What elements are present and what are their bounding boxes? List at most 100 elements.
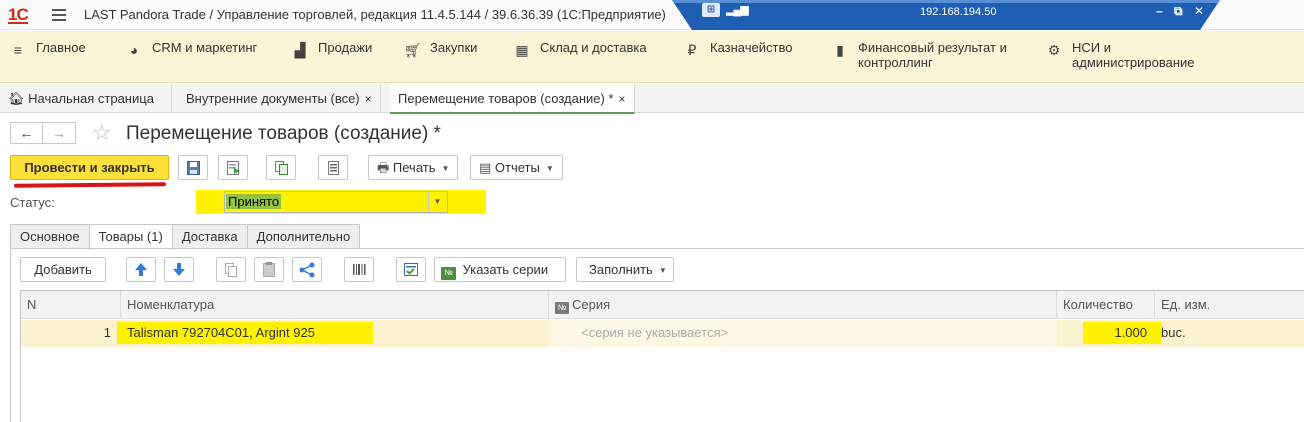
post-and-close-button[interactable]: Провести и закрыть xyxy=(10,155,169,180)
barcode-button[interactable] xyxy=(344,257,374,282)
table-header: N Номенклатура № Серия Количество Ед. изм… xyxy=(21,291,1304,319)
column-header-n[interactable]: N xyxy=(21,291,121,319)
section-label: Финансовый результат и контроллинг xyxy=(858,40,1007,70)
cell-item[interactable]: Talisman 792704C01, Argint 925 xyxy=(127,320,315,347)
signal-icon: ▂▄▆ xyxy=(726,4,749,16)
cell-series[interactable]: <серия не указывается> xyxy=(549,320,1057,347)
arrow-down-icon xyxy=(173,263,185,276)
fill-button[interactable]: Заполнить ▼ xyxy=(576,257,674,282)
move-down-button[interactable] xyxy=(164,257,194,282)
copy-button[interactable] xyxy=(216,257,246,282)
section-label: CRM и маркетинг xyxy=(152,40,258,55)
section-finance[interactable]: ▮ Финансовый результат и контроллинг xyxy=(832,40,1028,70)
app-title: LAST Pandora Trade / Управление торговле… xyxy=(84,7,666,22)
document-structure-button[interactable] xyxy=(318,155,348,180)
main-menu-icon[interactable] xyxy=(52,9,66,21)
table-row[interactable]: 1 Talisman 792704C01, Argint 925 <серия … xyxy=(21,320,1304,347)
column-header-item[interactable]: Номенклатура xyxy=(121,291,549,319)
report-icon: ▤ xyxy=(479,160,492,175)
section-crm[interactable]: ◕ CRM и маркетинг xyxy=(126,40,258,58)
pick-goods-button[interactable] xyxy=(396,257,426,282)
cell-unit[interactable]: buc. xyxy=(1161,320,1186,347)
section-sales[interactable]: ▟ Продажи xyxy=(292,40,373,58)
window-title-bar: 1С LAST Pandora Trade / Управление торго… xyxy=(0,0,1304,30)
favorite-star-icon[interactable]: ☆ xyxy=(92,120,112,146)
restore-icon[interactable]: ⧉ xyxy=(1174,4,1183,19)
print-button[interactable]: 🖶︎ Печать ▼ xyxy=(368,155,459,180)
section-main[interactable]: ≡ Главное xyxy=(10,40,86,58)
save-button[interactable] xyxy=(178,155,208,180)
goods-table: N Номенклатура № Серия Количество Ед. изм… xyxy=(20,290,1304,422)
tab-internal-documents[interactable]: Внутренние документы (все) × xyxy=(178,84,381,113)
chevron-down-icon: ▼ xyxy=(545,164,554,174)
back-button[interactable]: ← xyxy=(10,122,43,144)
printer-icon: 🖶︎ xyxy=(377,160,390,175)
related-documents-icon xyxy=(275,161,288,175)
close-tab-icon[interactable]: × xyxy=(619,92,626,106)
form-title: Перемещение товаров (создание) * xyxy=(126,123,441,144)
column-header-label: Серия xyxy=(572,297,611,312)
section-label: Закупки xyxy=(430,40,478,55)
ruble-icon: ₽ xyxy=(687,42,697,58)
remote-session-bar: ⊞ ▂▄▆ 192.168.194.50 – ⧉ ✕ xyxy=(672,0,1220,30)
forward-button[interactable]: → xyxy=(43,122,76,144)
home-icon: 🏠︎ xyxy=(8,91,25,106)
tab-goods[interactable]: Товары (1) xyxy=(88,224,173,250)
chevron-down-icon[interactable]: ▼ xyxy=(428,192,446,212)
tab-delivery[interactable]: Доставка xyxy=(171,224,248,249)
tab-home[interactable]: 🏠︎ Начальная страница xyxy=(0,84,172,113)
cart-icon: 🛒︎ xyxy=(404,42,422,58)
share-button[interactable] xyxy=(292,257,322,282)
reports-label: Отчеты xyxy=(494,160,540,175)
1c-logo: 1С xyxy=(8,5,29,24)
number-sign-icon: № xyxy=(441,267,456,280)
tab-main[interactable]: Основное xyxy=(10,224,90,249)
pin-icon[interactable]: ⊞ xyxy=(702,3,720,17)
post-document-icon xyxy=(227,161,240,175)
specify-series-button[interactable]: № Указать серии xyxy=(434,257,566,282)
share-icon xyxy=(299,262,315,278)
reports-button[interactable]: ▤ Отчеты ▼ xyxy=(470,155,563,180)
print-label: Печать xyxy=(392,160,436,175)
add-button[interactable]: Добавить xyxy=(20,257,106,282)
tab-label: Начальная страница xyxy=(28,91,154,106)
section-label: НСИ и администрирование xyxy=(1072,40,1195,70)
gear-icon: ⚙ xyxy=(1047,42,1061,58)
related-documents-button[interactable] xyxy=(266,155,296,180)
section-label: Продажи xyxy=(318,40,373,55)
sections-panel: ≡ Главное ◕ CRM и маркетинг ▟ Продажи 🛒︎… xyxy=(0,31,1304,83)
list-icon xyxy=(328,161,339,175)
minimize-icon[interactable]: – xyxy=(1156,4,1163,18)
section-admin[interactable]: ⚙ НСИ и администрирование xyxy=(1046,40,1212,70)
paste-button[interactable] xyxy=(254,257,284,282)
arrow-left-icon: ← xyxy=(19,125,34,141)
chevron-down-icon: ▼ xyxy=(441,164,450,174)
section-purchases[interactable]: 🛒︎ Закупки xyxy=(404,40,477,58)
status-value[interactable]: Принято xyxy=(226,194,282,209)
history-navigation: ← → xyxy=(10,122,76,144)
section-treasury[interactable]: ₽ Казначейство xyxy=(684,40,793,58)
close-tab-icon[interactable]: × xyxy=(365,92,372,106)
red-underline-annotation xyxy=(13,182,167,188)
pick-goods-icon xyxy=(404,263,418,276)
barcode-icon xyxy=(353,264,366,275)
tab-additional[interactable]: Дополнительно xyxy=(246,224,361,249)
tab-goods-transfer[interactable]: Перемещение товаров (создание) * × xyxy=(390,84,635,114)
column-header-quantity[interactable]: Количество xyxy=(1057,291,1155,319)
open-windows-tabs: 🏠︎ Начальная страница Внутренние докумен… xyxy=(0,84,1304,114)
close-icon[interactable]: ✕ xyxy=(1194,4,1204,18)
save-icon xyxy=(187,161,200,175)
remote-ip: 192.168.194.50 xyxy=(920,6,997,18)
specify-series-label: Указать серии xyxy=(462,262,549,277)
move-up-button[interactable] xyxy=(126,257,156,282)
post-button[interactable] xyxy=(218,155,248,180)
arrow-right-icon: → xyxy=(52,125,66,141)
menu-icon: ≡ xyxy=(13,42,23,58)
section-warehouse[interactable]: ▦ Склад и доставка xyxy=(514,40,646,58)
section-label: Главное xyxy=(36,40,86,55)
cell-quantity[interactable]: 1.000 xyxy=(1057,320,1147,347)
tab-label: Перемещение товаров (создание) * xyxy=(398,91,614,106)
column-header-unit[interactable]: Ед. изм. xyxy=(1155,291,1304,319)
column-header-series[interactable]: № Серия xyxy=(549,291,1057,319)
warehouse-icon: ▦ xyxy=(515,42,529,58)
